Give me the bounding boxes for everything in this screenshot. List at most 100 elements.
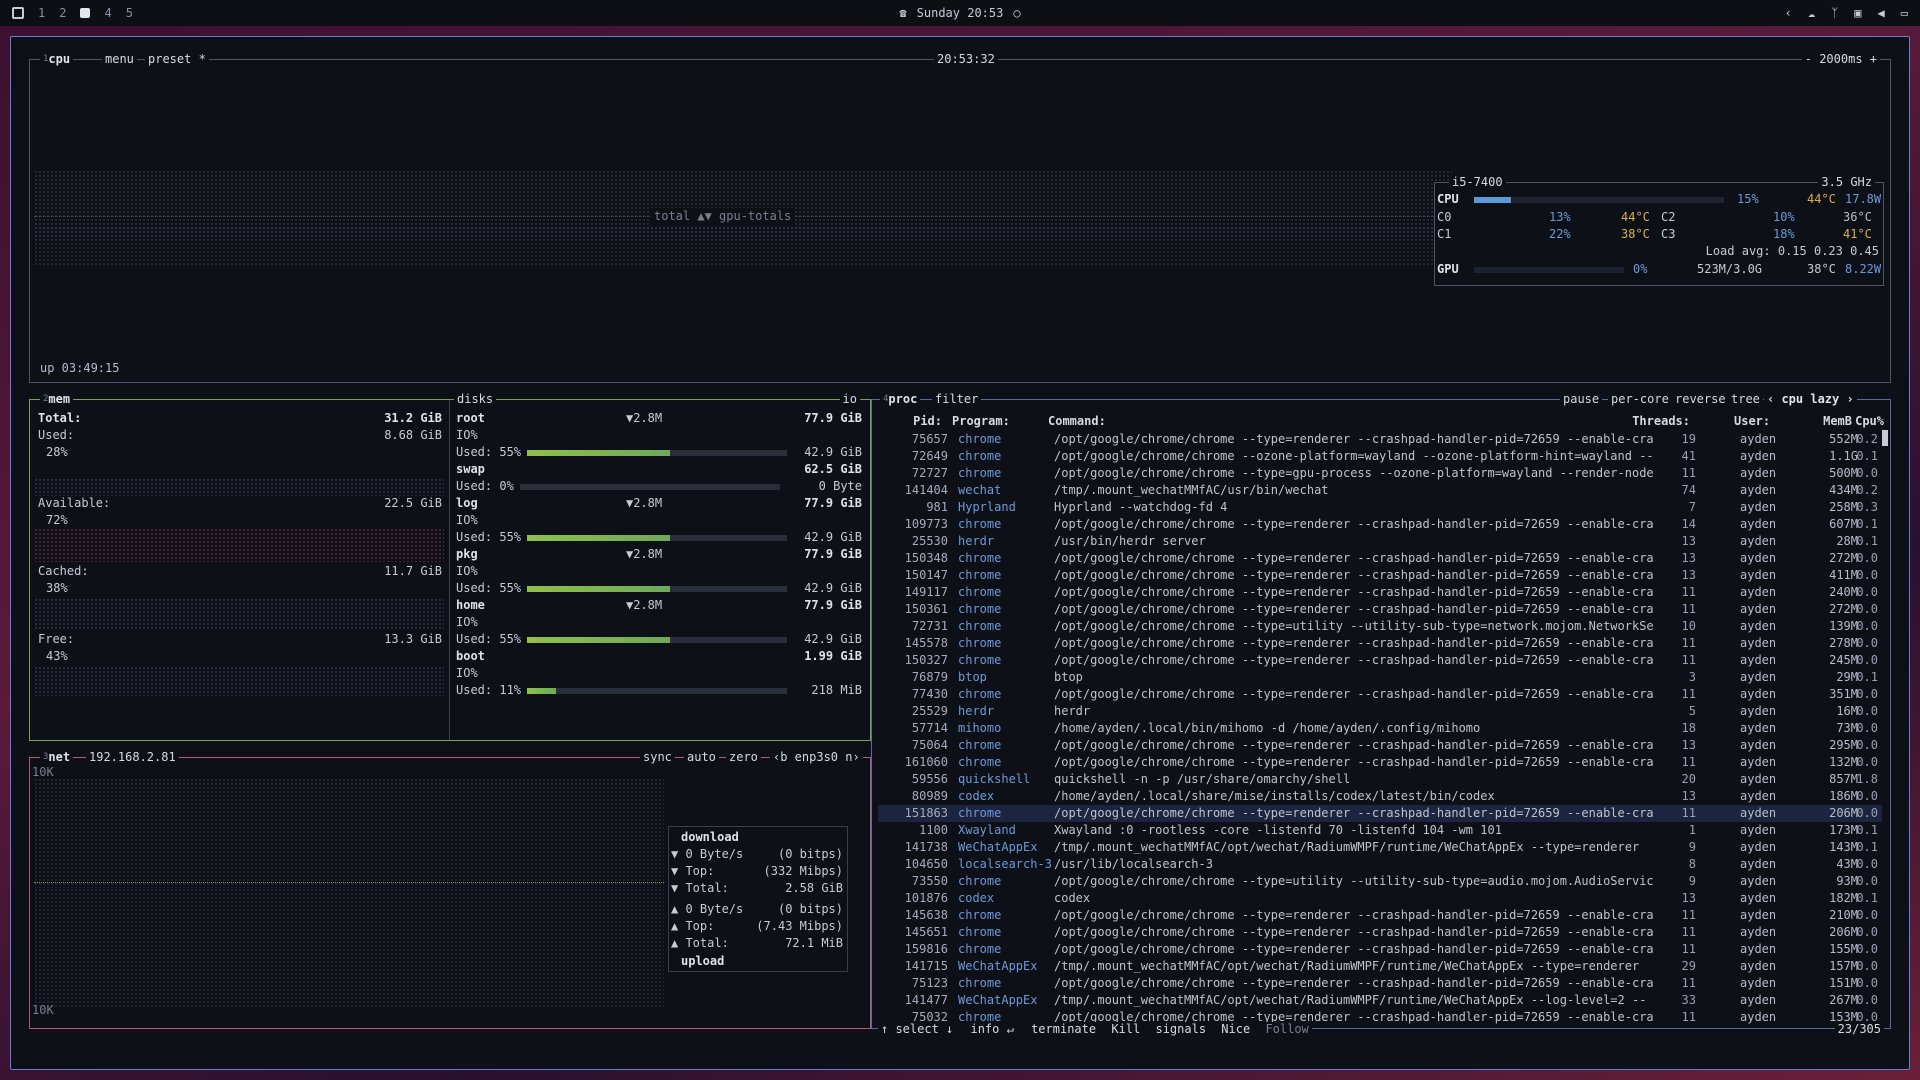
process-row[interactable]: 145651 chrome/opt/google/chrome/chrome --… [878, 924, 1882, 941]
kill-button[interactable]: Kill [1111, 1022, 1140, 1036]
process-row[interactable]: 25530 herdr/usr/bin/herdr server 13 ayden 28… [878, 533, 1882, 550]
net-auto-button[interactable]: auto [684, 750, 719, 764]
process-row[interactable]: 25529 herdr herdr 5 ayden 16M 0.0 [878, 703, 1882, 720]
nice-button[interactable]: Nice [1221, 1022, 1250, 1036]
process-cpu: 0.1 [1856, 534, 1878, 548]
window-icon[interactable]: ▣ [1854, 6, 1861, 20]
process-row[interactable]: 1100 Xwayland Xwayland :0 -rootless -core … [878, 822, 1882, 839]
proc-scrollbar[interactable] [1882, 430, 1888, 446]
net-interface-selector[interactable]: ‹b enp3s0 n› [770, 750, 863, 764]
col-cpu[interactable]: Cpu% [1792, 414, 1884, 428]
proc-filter-button[interactable]: filter [932, 392, 982, 406]
process-row[interactable]: 150327 chrome/opt/google/chrome/chrome --… [878, 652, 1882, 669]
process-threads: 11 [1681, 466, 1696, 480]
process-row[interactable]: 141477 WeChatAppEx/tmp/.mount_wechatMMfAC… [878, 992, 1882, 1009]
process-row[interactable]: 145638 chrome/opt/google/chrome/chrome --… [878, 907, 1882, 924]
col-user[interactable]: User: [1734, 414, 1794, 428]
process-row[interactable]: 104650 localsearch-3/usr/lib/localsearch-… [878, 856, 1882, 873]
proc-title[interactable]: 4proc [880, 392, 921, 406]
circle-icon[interactable]: ○ [1013, 6, 1020, 20]
process-cpu: 0.2 [1856, 432, 1878, 446]
process-threads: 11 [1681, 755, 1696, 769]
process-row[interactable]: 72731 chrome/opt/google/chrome/chrome --t… [878, 618, 1882, 635]
process-row[interactable]: 150147 chrome/opt/google/chrome/chrome --… [878, 567, 1882, 584]
process-row[interactable]: 150348 chrome/opt/google/chrome/chrome --… [878, 550, 1882, 567]
process-row[interactable]: 76879 btop btop 3 ayden 29M 0.1 [878, 669, 1882, 686]
notification-icon[interactable]: ☎ [899, 6, 906, 20]
process-row[interactable]: 159816 chrome/opt/google/chrome/chrome --… [878, 941, 1882, 958]
bluetooth-icon[interactable]: ᛉ [1831, 6, 1838, 20]
col-threads[interactable]: Threads: [1620, 414, 1690, 428]
disk-usage-bar [527, 449, 788, 456]
disk-name: home [456, 598, 485, 612]
process-row[interactable]: 161060 chrome/opt/google/chrome/chrome --… [878, 754, 1882, 771]
process-row[interactable]: 75064 chrome/opt/google/chrome/chrome --t… [878, 737, 1882, 754]
terminate-button[interactable]: terminate [1031, 1022, 1096, 1036]
process-pid: 75123 [911, 976, 948, 990]
process-row[interactable]: 151863 chrome/opt/google/chrome/chrome --… [878, 805, 1882, 822]
preset-button[interactable]: preset * [145, 52, 209, 66]
process-row[interactable]: 57714 mihomo/home/ayden/.local/bin/mihomo… [878, 720, 1882, 737]
process-row[interactable]: 149117 chrome/opt/google/chrome/chrome --… [878, 584, 1882, 601]
chevron-left-icon[interactable]: ‹ [1785, 6, 1792, 20]
process-command: /opt/google/chrome/chrome --type=utility… [1054, 619, 1654, 633]
clock[interactable]: Sunday 20:53 [917, 6, 1004, 20]
workspace-3-active-icon[interactable] [80, 8, 91, 18]
io-toggle[interactable]: io [839, 392, 860, 406]
menu-button[interactable]: menu [102, 52, 137, 66]
process-row[interactable]: 145578 chrome/opt/google/chrome/chrome --… [878, 635, 1882, 652]
process-row[interactable]: 109773 chrome/opt/google/chrome/chrome --… [878, 516, 1882, 533]
process-cpu: 1.8 [1856, 772, 1878, 786]
process-row[interactable]: 101876 codex codex 13 ayden 182M 0.1 [878, 890, 1882, 907]
net-title[interactable]: 3net [40, 750, 74, 764]
monitor-icon[interactable]: ▭ [1901, 6, 1908, 20]
signals-button[interactable]: signals [1155, 1022, 1206, 1036]
process-row[interactable]: 75657 chrome/opt/google/chrome/chrome --t… [878, 431, 1882, 448]
net-zero-button[interactable]: zero [726, 750, 761, 764]
process-row[interactable]: 150361 chrome/opt/google/chrome/chrome --… [878, 601, 1882, 618]
workspace-1[interactable]: 1 [38, 6, 45, 20]
process-row[interactable]: 72649 chrome/opt/google/chrome/chrome --o… [878, 448, 1882, 465]
cloud-icon[interactable]: ☁ [1808, 6, 1815, 20]
process-row[interactable]: 80989 codex/home/ayden/.local/share/mise/… [878, 788, 1882, 805]
net-sync-button[interactable]: sync [640, 750, 675, 764]
workspace-2[interactable]: 2 [59, 6, 66, 20]
mem-title[interactable]: 2mem [40, 392, 74, 406]
terminal-window[interactable]: 1cpu menu preset * 20:53:32 - 2000ms + t… [10, 36, 1910, 1070]
proc-tree-button[interactable]: tree [1728, 392, 1763, 406]
process-row[interactable]: 73550 chrome/opt/google/chrome/chrome --t… [878, 873, 1882, 890]
follow-button[interactable]: Follow [1265, 1022, 1308, 1036]
proc-pause-button[interactable]: pause [1560, 392, 1603, 406]
proc-reverse-button[interactable]: reverse [1672, 392, 1729, 406]
info-button[interactable]: info ↵ [970, 1022, 1013, 1036]
process-row[interactable]: 141404 wechat/tmp/.mount_wechatMMfAC/usr/… [878, 482, 1882, 499]
disk-used-row: Used: 11% 218 MiB [456, 683, 862, 697]
launcher-icon[interactable] [12, 7, 24, 19]
volume-icon[interactable]: ◀ [1878, 6, 1885, 20]
update-interval[interactable]: - 2000ms + [1801, 52, 1880, 66]
process-row[interactable]: 981 Hyprland Hyprland --watchdog-fd 4 7 ayde… [878, 499, 1882, 516]
process-threads: 13 [1681, 738, 1696, 752]
proc-sort-selector[interactable]: ‹ cpu lazy › [1764, 392, 1857, 406]
process-row[interactable]: 141738 WeChatAppEx/tmp/.mount_wechatMMfAC… [878, 839, 1882, 856]
cpu-title[interactable]: 1cpu [40, 52, 74, 66]
proc-per-core-button[interactable]: per-core [1608, 392, 1672, 406]
process-user: ayden [1740, 772, 1777, 786]
process-row[interactable]: 77430 chrome/opt/google/chrome/chrome --t… [878, 686, 1882, 703]
disks-title[interactable]: disks [454, 392, 497, 406]
col-command[interactable]: Command: [1048, 414, 1658, 428]
workspace-5[interactable]: 5 [126, 6, 133, 20]
process-user: ayden [1740, 585, 1777, 599]
download-stat-row: ▼ Total: 2.58 GiB [671, 881, 843, 895]
process-command: /opt/google/chrome/chrome --type=rendere… [1054, 908, 1654, 922]
process-row[interactable]: 59556 quickshell quickshell -n -p /usr/sha… [878, 771, 1882, 788]
col-pid[interactable]: Pid: [872, 414, 942, 428]
workspace-4[interactable]: 4 [104, 6, 111, 20]
process-user: ayden [1740, 959, 1777, 973]
process-row[interactable]: 75123 chrome/opt/google/chrome/chrome --t… [878, 975, 1882, 992]
process-row[interactable]: 141715 WeChatAppEx/tmp/.mount_wechatMMfAC… [878, 958, 1882, 975]
select-hint[interactable]: ↑ select ↓ [881, 1022, 953, 1036]
process-row[interactable]: 72727 chrome/opt/google/chrome/chrome --t… [878, 465, 1882, 482]
process-user: ayden [1740, 687, 1777, 701]
process-command: /opt/google/chrome/chrome --type=rendere… [1054, 738, 1654, 752]
